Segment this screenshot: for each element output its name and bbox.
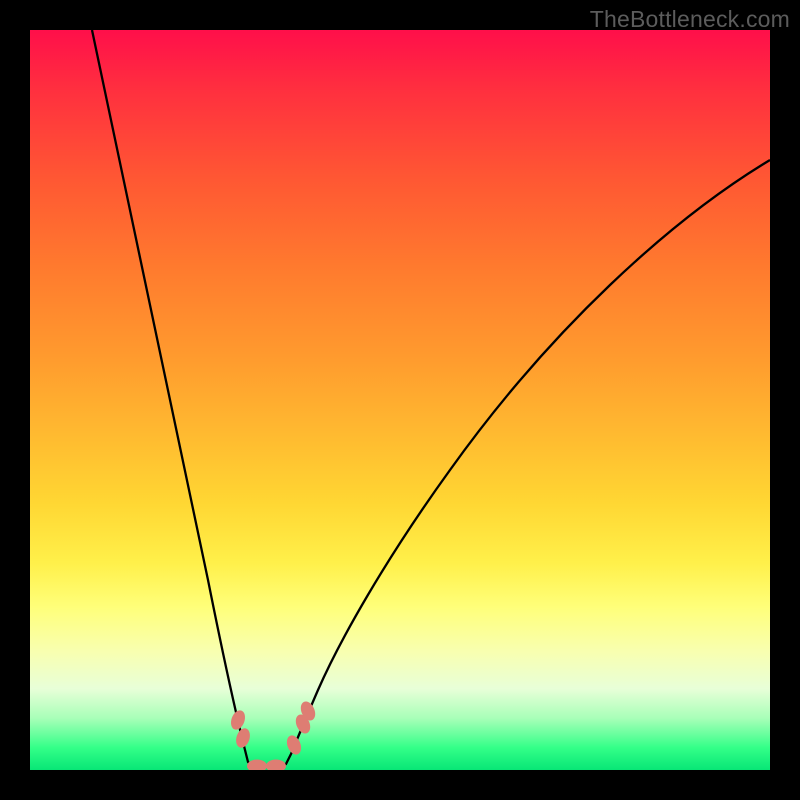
watermark-text: TheBottleneck.com: [590, 6, 790, 33]
data-marker: [228, 708, 247, 731]
curve-right: [266, 160, 770, 767]
data-marker: [266, 760, 286, 771]
chart-svg: [30, 30, 770, 770]
data-marker: [284, 733, 304, 756]
data-marker: [234, 726, 253, 749]
data-marker: [247, 760, 267, 771]
chart-plot-area: [30, 30, 770, 770]
marker-group: [228, 699, 318, 770]
curve-left: [92, 30, 264, 767]
